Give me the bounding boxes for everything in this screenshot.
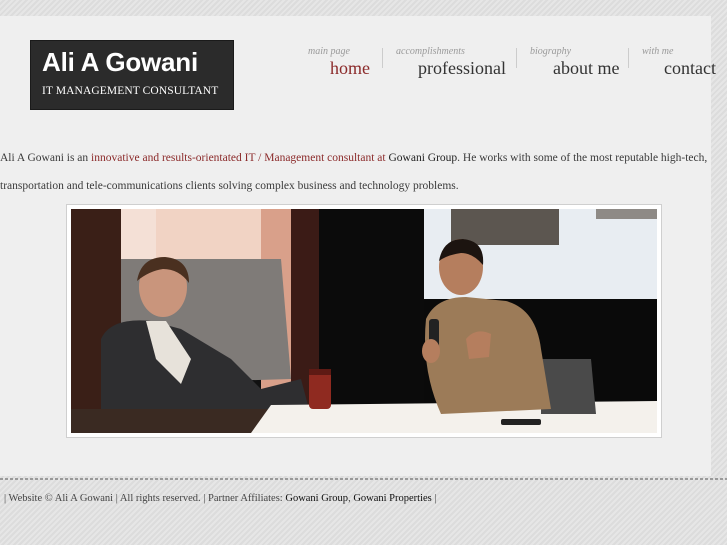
nav-about-me[interactable]: biography about me (530, 46, 619, 78)
footer-link-gowani-group[interactable]: Gowani Group (285, 493, 348, 504)
site-logo[interactable]: Ali A Gowani IT MANAGEMENT CONSULTANT (30, 40, 234, 110)
footer-divider (0, 478, 727, 480)
logo-tagline: IT MANAGEMENT CONSULTANT (42, 85, 219, 97)
logo-name: Ali A Gowani (42, 47, 199, 77)
intro-company-link[interactable]: Gowani Group (388, 152, 457, 164)
nav-about-me-label: about me (553, 58, 620, 78)
nav-professional-sub: accomplishments (396, 46, 465, 57)
footer: | Website © Ali A Gowani | All rights re… (4, 493, 437, 504)
hero-photo (71, 209, 657, 433)
nav-home-sub: main page (308, 46, 350, 57)
nav-about-me-sub: biography (530, 46, 572, 57)
nav-contact-label: contact (664, 58, 716, 78)
hero-photo-frame (66, 204, 662, 438)
footer-end: | (431, 493, 437, 504)
nav-home[interactable]: main page home (308, 46, 370, 78)
nav-separator (516, 48, 517, 68)
nav-separator (628, 48, 629, 68)
hero-photo-illustration (71, 209, 657, 433)
nav-home-label: home (330, 58, 370, 78)
nav-contact[interactable]: with me contact (642, 46, 716, 78)
footer-copyright: | Website © Ali A Gowani | All rights re… (4, 493, 286, 504)
nav-contact-sub: with me (642, 46, 674, 57)
nav-professional-label: professional (418, 58, 506, 78)
intro-lead: Ali A Gowani is an (0, 152, 92, 164)
intro-paragraph: Ali A Gowani is an innovative and result… (0, 144, 722, 200)
nav-separator (382, 48, 383, 68)
intro-highlight: innovative and results-orientated IT / M… (91, 152, 386, 164)
nav-professional[interactable]: accomplishments professional (396, 46, 506, 78)
footer-link-gowani-properties[interactable]: Gowani Properties (353, 493, 431, 504)
